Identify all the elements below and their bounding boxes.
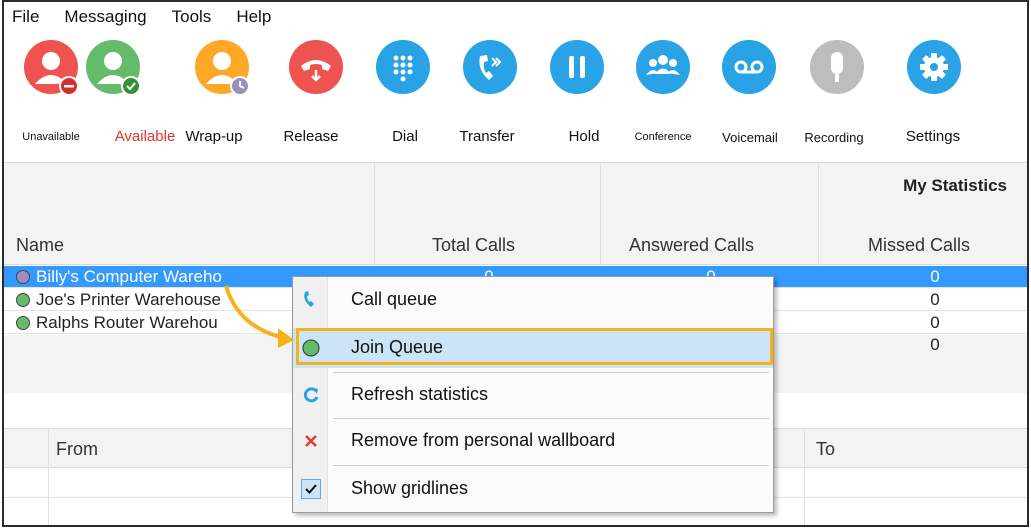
missed-calls-cell: 0 xyxy=(930,267,940,286)
missed-calls-cell: 0 xyxy=(930,290,940,309)
release-label: Release xyxy=(283,128,339,145)
menu-messaging[interactable]: Messaging xyxy=(64,7,146,27)
menu-separator xyxy=(333,465,769,466)
transfer-label: Transfer xyxy=(459,128,515,145)
status-dot-icon xyxy=(16,270,30,284)
column-divider xyxy=(48,428,49,525)
dialpad-icon xyxy=(376,40,430,94)
gear-icon xyxy=(907,40,961,94)
menu-bar: File Messaging Tools Help xyxy=(4,2,296,32)
user-wrapup-icon xyxy=(195,40,250,96)
queue-name: Ralphs Router Warehou xyxy=(36,313,218,332)
menu-separator xyxy=(333,418,769,419)
dial-label: Dial xyxy=(392,128,418,145)
unavailable-label: Unavailable xyxy=(22,131,80,143)
menu-item-refresh-statistics[interactable]: Refresh statistics xyxy=(293,375,773,415)
queue-name: Joe's Printer Warehouse xyxy=(36,290,221,309)
annotation-arrow-icon xyxy=(224,285,294,348)
col-from[interactable]: From xyxy=(56,439,98,460)
group-header-band xyxy=(4,162,1027,227)
col-to[interactable]: To xyxy=(816,439,835,460)
menu-item-show-gridlines[interactable]: Show gridlines xyxy=(293,469,773,509)
menu-item-label: Refresh statistics xyxy=(351,384,489,404)
remove-x-icon xyxy=(305,435,317,447)
status-dot-icon xyxy=(16,316,30,330)
microphone-icon xyxy=(810,40,864,94)
phone-release-icon xyxy=(289,40,343,94)
menu-item-label: Remove from personal wallboard xyxy=(351,430,616,450)
missed-calls-cell: 0 xyxy=(930,313,940,332)
my-statistics-header: My Statistics xyxy=(903,176,1007,195)
checkbox-checked-icon xyxy=(301,479,321,499)
status-dot-icon xyxy=(16,293,30,307)
column-divider xyxy=(374,162,375,265)
menu-tools[interactable]: Tools xyxy=(172,7,212,27)
recording-label: Recording xyxy=(804,130,864,145)
missed-calls-total: 0 xyxy=(930,335,940,354)
column-header-row: Name Total Calls Answered Calls Missed C… xyxy=(4,227,1027,265)
col-name[interactable]: Name xyxy=(16,235,64,256)
column-divider xyxy=(818,162,819,265)
menu-item-call-queue[interactable]: Call queue xyxy=(293,280,773,320)
conference-label: Conference xyxy=(634,131,692,143)
col-total-calls[interactable]: Total Calls xyxy=(432,235,515,256)
context-menu: Call queue Join Queue Refresh statistics… xyxy=(292,276,774,513)
refresh-icon xyxy=(303,387,319,403)
hold-label: Hold xyxy=(568,128,600,145)
menu-item-remove-wallboard[interactable]: Remove from personal wallboard xyxy=(293,421,773,461)
available-label: Available xyxy=(114,128,176,145)
menu-file[interactable]: File xyxy=(12,7,39,27)
col-missed-calls[interactable]: Missed Calls xyxy=(868,235,970,256)
col-answered-calls[interactable]: Answered Calls xyxy=(629,235,754,256)
highlight-box xyxy=(296,328,773,365)
wrapup-label: Wrap-up xyxy=(185,128,243,145)
settings-label: Settings xyxy=(905,128,961,145)
menu-separator xyxy=(333,372,769,373)
transfer-icon xyxy=(463,40,517,94)
user-unavailable-icon xyxy=(24,40,79,96)
voicemail-label: Voicemail xyxy=(722,130,778,145)
column-divider xyxy=(804,428,805,525)
pause-icon xyxy=(550,40,604,94)
voicemail-icon xyxy=(722,40,776,94)
menu-help[interactable]: Help xyxy=(236,7,271,27)
menu-item-label: Call queue xyxy=(351,289,438,309)
queue-name: Billy's Computer Wareho xyxy=(36,267,222,287)
user-available-icon xyxy=(86,40,141,96)
conference-icon xyxy=(636,40,690,94)
column-divider xyxy=(600,162,601,265)
menu-item-label: Show gridlines xyxy=(351,478,469,498)
